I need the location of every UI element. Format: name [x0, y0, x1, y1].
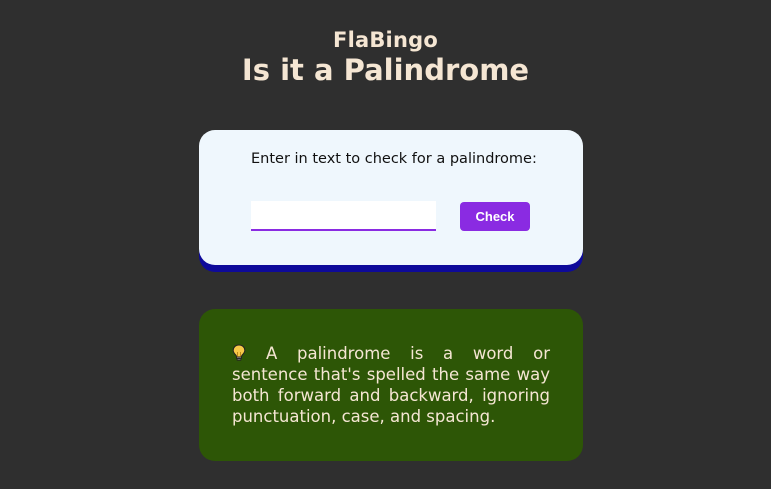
palindrome-text-input[interactable]	[251, 201, 436, 231]
info-text: A palindrome is a word or sentence that'…	[232, 344, 550, 426]
page-header: FlaBingo Is it a Palindrome	[0, 28, 771, 88]
page-title: Is it a Palindrome	[241, 53, 530, 87]
check-button[interactable]: Check	[460, 202, 530, 231]
palindrome-info-card: A palindrome is a word or sentence that'…	[199, 309, 583, 461]
lightbulb-icon	[232, 344, 246, 361]
palindrome-checker-card: Enter in text to check for a palindrome:…	[199, 130, 583, 265]
input-prompt: Enter in text to check for a palindrome:	[251, 151, 537, 167]
brand-name: FlaBingo	[333, 28, 438, 52]
info-paragraph: A palindrome is a word or sentence that'…	[232, 343, 550, 427]
